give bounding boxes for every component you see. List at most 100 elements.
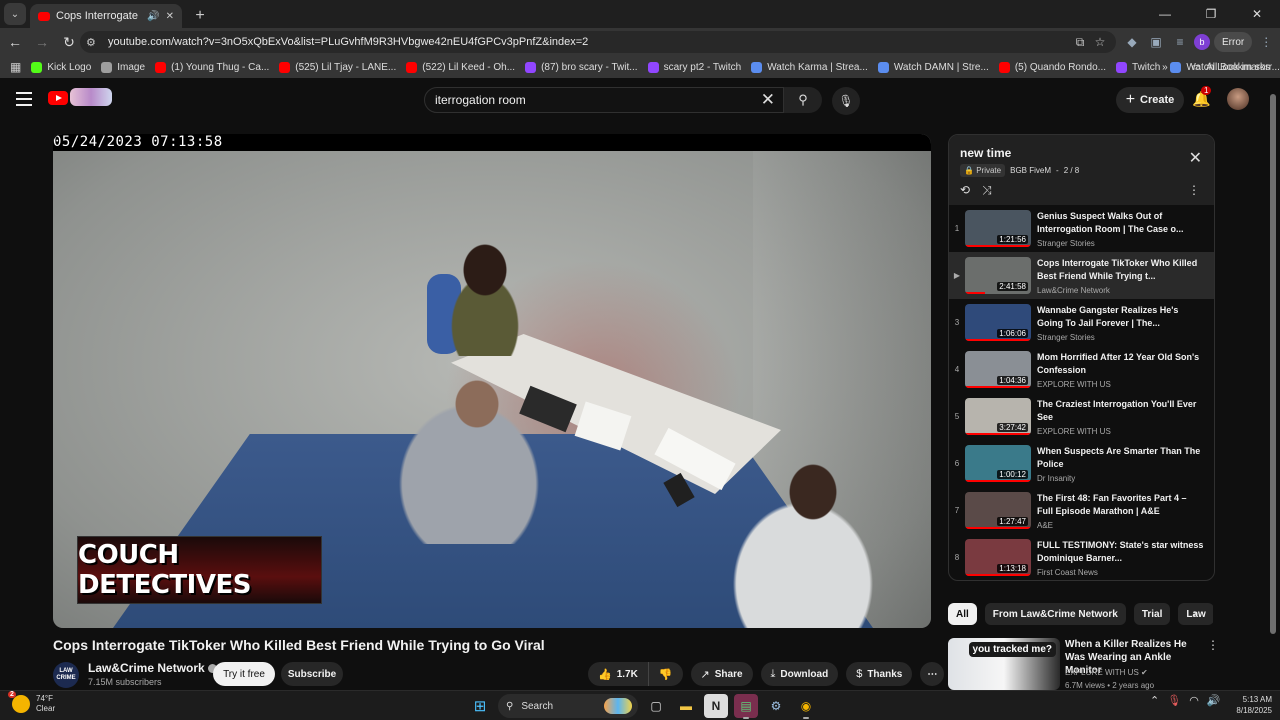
- playlist-item-title[interactable]: When Suspects Are Smarter Than The Polic…: [1037, 445, 1205, 471]
- playlist-item[interactable]: 4 1:04:36 Mom Horrified After 12 Year Old …: [949, 346, 1214, 393]
- back-button[interactable]: ←: [3, 30, 27, 54]
- extension-icon[interactable]: ◆: [1122, 32, 1142, 52]
- notepad-icon[interactable]: N: [704, 694, 728, 718]
- account-avatar[interactable]: [1227, 88, 1249, 110]
- filter-chip[interactable]: All: [948, 603, 977, 625]
- apps-grid-icon[interactable]: ▦: [10, 60, 21, 74]
- close-window-button[interactable]: ✕: [1234, 0, 1280, 28]
- playlist-item[interactable]: ▶ 2:41:58 Cops Interrogate TikToker Who Ki…: [949, 252, 1214, 299]
- bookmark-item[interactable]: Twitch: [1116, 61, 1160, 73]
- windows-start-icon[interactable]: ⊞: [468, 694, 492, 718]
- bookmark-item[interactable]: (5) Quando Rondo...: [998, 61, 1106, 73]
- playlist-item-title[interactable]: FULL TESTIMONY: State's star witness Dom…: [1037, 539, 1205, 565]
- bookmark-item[interactable]: Kick Logo: [31, 61, 91, 73]
- playlist-item[interactable]: 8 1:13:18 FULL TESTIMONY: State's star wit…: [949, 534, 1214, 580]
- playlist-item-title[interactable]: Mom Horrified After 12 Year Old Son's Co…: [1037, 351, 1205, 377]
- bookmark-item[interactable]: (1) Young Thug - Ca...: [155, 61, 269, 73]
- bookmark-item[interactable]: Watch DAMN | Stre...: [877, 61, 989, 73]
- task-view-icon[interactable]: ▢: [644, 694, 668, 718]
- playlist-item-thumbnail[interactable]: 1:04:36: [965, 351, 1031, 388]
- tab-close-icon[interactable]: ✕: [166, 11, 174, 22]
- more-bookmarks-chevron-icon[interactable]: »: [1162, 62, 1168, 73]
- playlist-owner[interactable]: BGB FiveM: [1010, 166, 1051, 175]
- menu-hamburger-icon[interactable]: [16, 92, 32, 106]
- page-scrollbar[interactable]: [1269, 90, 1277, 690]
- filter-chip[interactable]: Trial: [1133, 603, 1171, 625]
- active-tab[interactable]: Cops Interrogate TikToker Wh 🔊 ✕: [30, 4, 182, 28]
- channel-name[interactable]: Law&Crime Network: [88, 661, 217, 675]
- download-button[interactable]: ⤓ Download: [760, 662, 839, 686]
- create-button[interactable]: + Create: [1116, 87, 1184, 113]
- playlist-title[interactable]: new time: [960, 146, 1011, 160]
- close-playlist-icon[interactable]: ✕: [1189, 148, 1202, 168]
- profile-avatar[interactable]: b: [1194, 34, 1210, 50]
- all-bookmarks-folder[interactable]: ▭ All Bookmarks: [1192, 62, 1270, 73]
- subscribe-button[interactable]: Subscribe: [281, 662, 343, 686]
- bookmark-item[interactable]: Image: [101, 61, 145, 73]
- playlist-item-thumbnail[interactable]: 1:27:47: [965, 492, 1031, 529]
- speaker-icon[interactable]: 🔊: [147, 11, 159, 22]
- bookmark-item[interactable]: scary pt2 - Twitch: [647, 61, 741, 73]
- bookmark-item[interactable]: (525) Lil Tjay - LANE...: [279, 61, 396, 73]
- scrollbar-thumb[interactable]: [1270, 94, 1276, 634]
- playlist-menu-icon[interactable]: ⋮: [1188, 183, 1200, 197]
- chrome-menu-icon[interactable]: ⋮: [1256, 32, 1276, 52]
- recommended-thumbnail[interactable]: you tracked me?: [948, 638, 1060, 690]
- recommended-channel[interactable]: EXPLORE WITH US ✔: [1065, 668, 1148, 677]
- wifi-icon[interactable]: ◠: [1189, 694, 1199, 707]
- spreadsheet-app-icon[interactable]: ▤: [734, 694, 758, 719]
- search-input[interactable]: iterrogation room ✕: [424, 87, 784, 113]
- forward-button[interactable]: →: [30, 30, 54, 54]
- playlist-item-thumbnail[interactable]: 1:13:18: [965, 539, 1031, 576]
- filter-chip[interactable]: From Law&Crime Network: [984, 603, 1126, 625]
- loop-icon[interactable]: ⟲: [960, 183, 970, 198]
- playlist-item-title[interactable]: Wannabe Gangster Realizes He's Going To …: [1037, 304, 1205, 330]
- extensions-puzzle-icon[interactable]: ▣: [1146, 32, 1166, 52]
- playlist-item[interactable]: 1 1:21:56 Genius Suspect Walks Out of Inte…: [949, 205, 1214, 252]
- playlist-item-thumbnail[interactable]: 1:21:56: [965, 210, 1031, 247]
- volume-icon[interactable]: 🔊: [1207, 694, 1221, 707]
- dislike-button[interactable]: 👎: [648, 662, 683, 686]
- thanks-button[interactable]: $ Thanks: [846, 662, 913, 686]
- weather-widget[interactable]: 2 74°F Clear: [8, 691, 55, 714]
- playlist-item-thumbnail[interactable]: 2:41:58: [965, 257, 1031, 294]
- taskbar-search[interactable]: ⚲ Search: [498, 694, 638, 718]
- like-button[interactable]: 👍 1.7K: [588, 662, 649, 686]
- notifications-bell-icon[interactable]: 🔔 1: [1192, 86, 1212, 108]
- bookmark-item[interactable]: (87) bro scary - Twit...: [525, 61, 638, 73]
- media-controls-icon[interactable]: ≡: [1170, 32, 1190, 52]
- youtube-logo[interactable]: [48, 91, 68, 105]
- video-player[interactable]: 05/24/2023 07:13:58 COUCH DETECTIVES: [53, 134, 931, 628]
- install-app-icon[interactable]: ⧉: [1070, 35, 1090, 50]
- chrome-icon[interactable]: ◉: [794, 694, 818, 719]
- try-free-button[interactable]: Try it free: [213, 662, 275, 686]
- playlist-item-thumbnail[interactable]: 1:00:12: [965, 445, 1031, 482]
- site-info-icon[interactable]: ⚙: [86, 36, 102, 49]
- tab-search-button[interactable]: ⌄: [4, 3, 26, 25]
- microphone-icon[interactable]: 🎙: [1167, 694, 1181, 707]
- error-button[interactable]: Error: [1214, 32, 1253, 52]
- playlist-item-title[interactable]: Genius Suspect Walks Out of Interrogatio…: [1037, 210, 1205, 236]
- bookmark-item[interactable]: (522) Lil Keed - Oh...: [406, 61, 515, 73]
- file-explorer-icon[interactable]: ▬: [674, 694, 698, 718]
- playlist-item[interactable]: 7 1:27:47 The First 48: Fan Favorites Part…: [949, 487, 1214, 534]
- more-actions-button[interactable]: ⋯: [920, 662, 945, 686]
- playlist-item-title[interactable]: The First 48: Fan Favorites Part 4 – Ful…: [1037, 492, 1205, 518]
- voice-search-button[interactable]: 🎙: [832, 87, 860, 115]
- chips-next-chevron-icon[interactable]: ›: [1193, 606, 1197, 620]
- playlist-item-thumbnail[interactable]: 1:06:06: [965, 304, 1031, 341]
- address-bar[interactable]: ⚙ youtube.com/watch?v=3nO5xQbExVo&list=P…: [80, 31, 1116, 53]
- recommended-menu-icon[interactable]: ⋮: [1207, 638, 1219, 652]
- playlist-item[interactable]: 6 1:00:12 When Suspects Are Smarter Than T…: [949, 440, 1214, 487]
- share-button[interactable]: ↗ Share: [690, 662, 753, 686]
- playlist-item-title[interactable]: Cops Interrogate TikToker Who Killed Bes…: [1037, 257, 1205, 283]
- youtube-doodle[interactable]: [70, 88, 112, 106]
- steam-icon[interactable]: ⚙: [764, 694, 788, 718]
- reload-button[interactable]: ↻: [57, 30, 81, 54]
- playlist-item-thumbnail[interactable]: 3:27:42: [965, 398, 1031, 435]
- playlist-item[interactable]: 3 1:06:06 Wannabe Gangster Realizes He's G…: [949, 299, 1214, 346]
- bookmark-star-icon[interactable]: ☆: [1090, 35, 1110, 49]
- maximize-button[interactable]: ❐: [1188, 0, 1234, 28]
- shuffle-icon[interactable]: ⤨: [982, 183, 992, 198]
- minimize-button[interactable]: —: [1142, 0, 1188, 28]
